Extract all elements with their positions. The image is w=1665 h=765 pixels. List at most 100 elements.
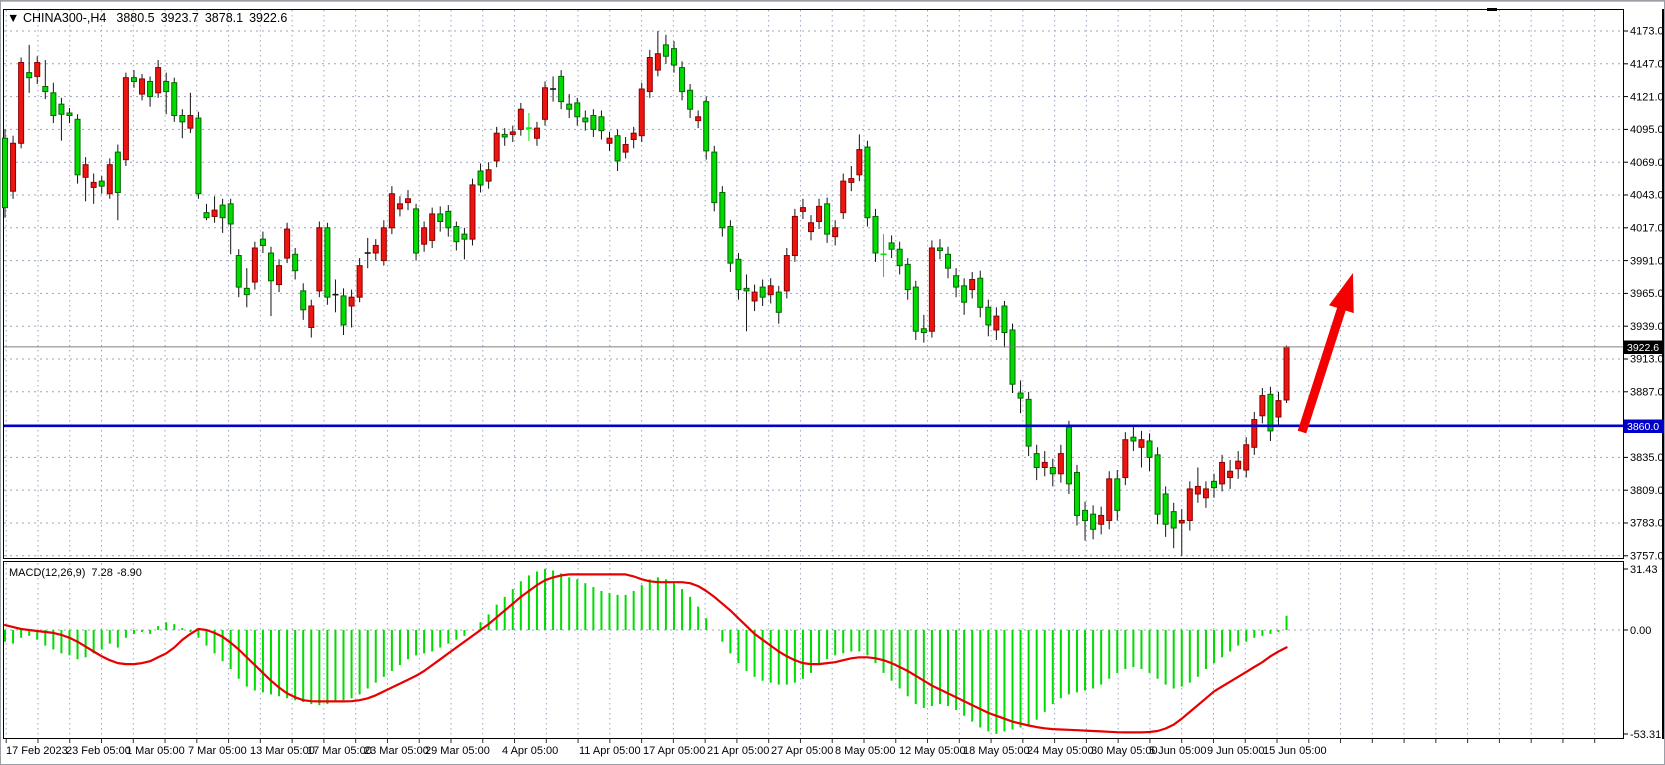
candle-bear [728,227,733,264]
candle-bull [1284,347,1289,400]
candle-bull [11,143,16,191]
candle-bear [736,259,741,289]
candle-bull [1252,420,1257,448]
candle-bull [768,286,773,295]
candle-bear [744,288,749,291]
candle-bull [1260,396,1265,416]
candle-bear [414,209,419,253]
candle-bull [252,248,257,282]
candle-bear [913,287,918,331]
candle-bear [1010,330,1015,384]
candle-bull [518,109,523,129]
candle-bull [317,228,322,291]
candle-bull [486,170,491,181]
candle-bear [567,104,572,109]
candle-bull [792,216,797,255]
candle-bear [293,254,298,270]
candle-bear [196,118,201,194]
macd-label: MACD(12,26,9)7.28-8.90 [9,567,142,579]
candle-bear [502,134,507,137]
ohlc-close: 3922.6 [249,11,287,25]
candle-bear [51,93,56,116]
candle-bull [510,132,515,135]
candle-bull [655,54,660,70]
ohlc-open: 3880.5 [116,11,154,25]
candle-bear [325,228,330,297]
price-tick-label: 3757.0 [1630,550,1664,562]
candle-bull [1220,462,1225,483]
candle-bull [841,181,846,213]
candle-bear [67,113,72,116]
macd-scale[interactable]: 31.43 0.00 -53.31 [1623,564,1661,741]
candle-bear [704,102,709,151]
candle-bear [244,288,249,294]
candle-bear [720,192,725,227]
candle-bear [889,243,894,249]
candle-bear [954,276,959,287]
symbol-dropdown-icon[interactable]: ▼ [7,11,19,25]
time-label: 27 Apr 05:00 [771,745,833,757]
candle-bull [83,165,88,178]
price-tick-label: 3783.0 [1630,518,1664,530]
candle-bull [397,204,402,209]
price-tick-label: 4069.0 [1630,157,1664,169]
candle-bull [1099,515,1104,524]
candle-bull [631,133,636,139]
candle-bull [1276,401,1281,417]
candle-bear [873,216,878,253]
price-tick-label: 4017.0 [1630,222,1664,234]
time-label: 18 May 05:00 [963,745,1030,757]
candle-bull [970,280,975,290]
candle-bull [285,229,290,258]
pane-minimize-icon[interactable] [1487,8,1497,11]
candle-bear [680,68,685,92]
candle-bull [430,214,435,240]
ohlc-low: 3878.1 [205,11,243,25]
candle-bear [712,152,717,202]
candle-bear [937,248,942,251]
candle-bear [228,204,233,224]
candle-bear [148,81,153,96]
candle-bear [905,264,910,289]
price-tick-label: 4173.0 [1630,26,1664,38]
candle-bear [454,227,459,242]
candle-bear [1066,427,1071,484]
candle-bear [75,119,80,175]
candle-bull [784,256,789,291]
candle-bear [99,181,104,186]
candle-bull [188,116,193,129]
candle-bull [752,292,757,301]
candle-bull [929,248,934,331]
price-chart-canvas[interactable]: 4173.04147.04121.04095.04069.04043.04017… [1,1,1665,765]
candle-bull [357,266,362,298]
candle-bear [438,214,443,222]
candle-bull [349,297,354,306]
candle-bear [591,116,596,130]
candle-bear [1115,479,1120,511]
candle-bear [776,292,781,312]
candle-bear [236,256,241,288]
candle-bull [1042,462,1047,467]
time-label: 9 Jun 05:00 [1207,745,1265,757]
candle-bear [268,253,273,281]
candle-bear [1018,393,1023,398]
candle-bear [1155,455,1160,514]
time-label: 15 Jun 05:00 [1263,745,1327,757]
candle-bear [1212,481,1217,487]
candle-bull [212,210,217,216]
candle-bear [131,78,136,82]
candle-bear [1083,510,1088,520]
candle-bear [583,118,588,122]
candle-bull [19,63,24,144]
candle-bull [623,145,628,153]
hline-price-label[interactable]: 3860.0 [1624,420,1664,434]
candle-bear [27,73,32,78]
time-label: 29 Mar 05:00 [425,745,490,757]
candle-bull [373,245,378,253]
candle-bear [172,83,177,116]
current-price-label: 3922.6 [1624,341,1664,355]
candle-bull [107,165,112,194]
time-label: 8 May 05:00 [835,745,896,757]
candle-bull [1228,471,1233,477]
candle-bear [688,90,693,109]
